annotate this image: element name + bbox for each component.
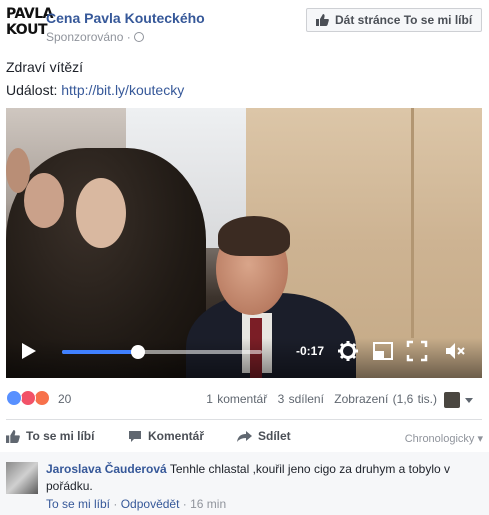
time-remaining: -0:17 bbox=[296, 344, 325, 358]
comments-section: Jaroslava Čauderová Tenhle chlastal ,kou… bbox=[0, 452, 489, 515]
comment-icon bbox=[129, 430, 141, 442]
comment-reply-link[interactable]: Odpovědět bbox=[121, 497, 180, 511]
logo-line-2: KOUT bbox=[6, 22, 48, 38]
share-label: Sdílet bbox=[258, 429, 291, 443]
comment-author[interactable]: Jaroslava Čauderová bbox=[46, 462, 167, 476]
event-link[interactable]: http://bit.ly/koutecky bbox=[61, 82, 184, 98]
like-icon[interactable] bbox=[6, 390, 22, 406]
miniplayer-icon[interactable] bbox=[372, 340, 394, 362]
event-line: Událost: http://bit.ly/koutecky bbox=[6, 80, 184, 100]
video-player[interactable]: -0:17 bbox=[6, 108, 482, 378]
mute-icon[interactable] bbox=[444, 340, 466, 362]
comment-sort-dropdown[interactable]: Chronologicky ▾ bbox=[405, 432, 483, 445]
video-face bbox=[24, 173, 64, 228]
event-label: Událost: bbox=[6, 82, 58, 98]
love-icon[interactable] bbox=[20, 390, 36, 406]
comment-body: Jaroslava Čauderová Tenhle chlastal ,kou… bbox=[46, 461, 466, 495]
page-logo[interactable]: PAVLA KOUT bbox=[6, 6, 53, 42]
progress-bar[interactable] bbox=[62, 345, 262, 359]
play-icon[interactable] bbox=[22, 343, 36, 359]
progress-fill bbox=[62, 350, 138, 354]
logo-line-1: PAVLA bbox=[6, 6, 53, 22]
like-page-button[interactable]: Dát stránce To se mi líbí bbox=[306, 8, 482, 32]
fullscreen-icon[interactable] bbox=[406, 340, 428, 362]
viewer-avatar[interactable] bbox=[444, 392, 460, 408]
thumbs-up-icon bbox=[6, 429, 20, 443]
post-stats: 1 komentář 3 sdílení Zobrazení (1,6 tis.… bbox=[200, 392, 437, 406]
like-button[interactable]: To se mi líbí bbox=[6, 429, 94, 443]
share-count[interactable]: 3 sdílení bbox=[278, 392, 324, 406]
sponsored-label: Sponzorováno · bbox=[46, 30, 144, 44]
post-text: Zdraví vítězí bbox=[6, 59, 84, 75]
reactions-bar: 20 1 komentář 3 sdílení Zobrazení (1,6 t… bbox=[0, 386, 489, 412]
like-label: To se mi líbí bbox=[26, 429, 95, 443]
comment-meta: To se mi líbí · Odpovědět · 16 min bbox=[46, 497, 226, 511]
thumbs-up-icon bbox=[316, 14, 329, 26]
commenter-avatar[interactable] bbox=[6, 462, 38, 494]
comment-label: Komentář bbox=[148, 429, 205, 443]
gear-icon[interactable] bbox=[337, 340, 359, 362]
progress-knob[interactable] bbox=[131, 345, 145, 359]
post-header: PAVLA KOUT Cena Pavla Kouteckého Sponzor… bbox=[0, 0, 489, 50]
reaction-count[interactable]: 20 bbox=[58, 392, 71, 406]
divider bbox=[6, 419, 482, 420]
chevron-down-icon[interactable] bbox=[465, 398, 473, 403]
post-actions: To se mi líbí Komentář Sdílet Chronologi… bbox=[0, 424, 489, 452]
video-man-hair bbox=[218, 216, 290, 256]
share-button[interactable]: Sdílet bbox=[237, 429, 291, 443]
video-face bbox=[76, 178, 126, 248]
video-wall-line bbox=[411, 108, 414, 338]
comment-button[interactable]: Komentář bbox=[128, 429, 204, 443]
like-page-label: Dát stránce To se mi líbí bbox=[335, 13, 473, 27]
sponsored-text: Sponzorováno · bbox=[46, 30, 131, 44]
meta-separator: · bbox=[113, 497, 118, 511]
view-count[interactable]: Zobrazení (1,6 tis.) bbox=[334, 392, 437, 406]
comment-like-link[interactable]: To se mi líbí bbox=[46, 497, 110, 511]
comment-count[interactable]: 1 komentář bbox=[206, 392, 267, 406]
comment-time[interactable]: · 16 min bbox=[183, 497, 226, 511]
globe-icon bbox=[133, 32, 144, 42]
share-icon bbox=[237, 430, 252, 442]
page-name-link[interactable]: Cena Pavla Kouteckého bbox=[46, 10, 205, 26]
angry-icon[interactable] bbox=[34, 390, 50, 406]
